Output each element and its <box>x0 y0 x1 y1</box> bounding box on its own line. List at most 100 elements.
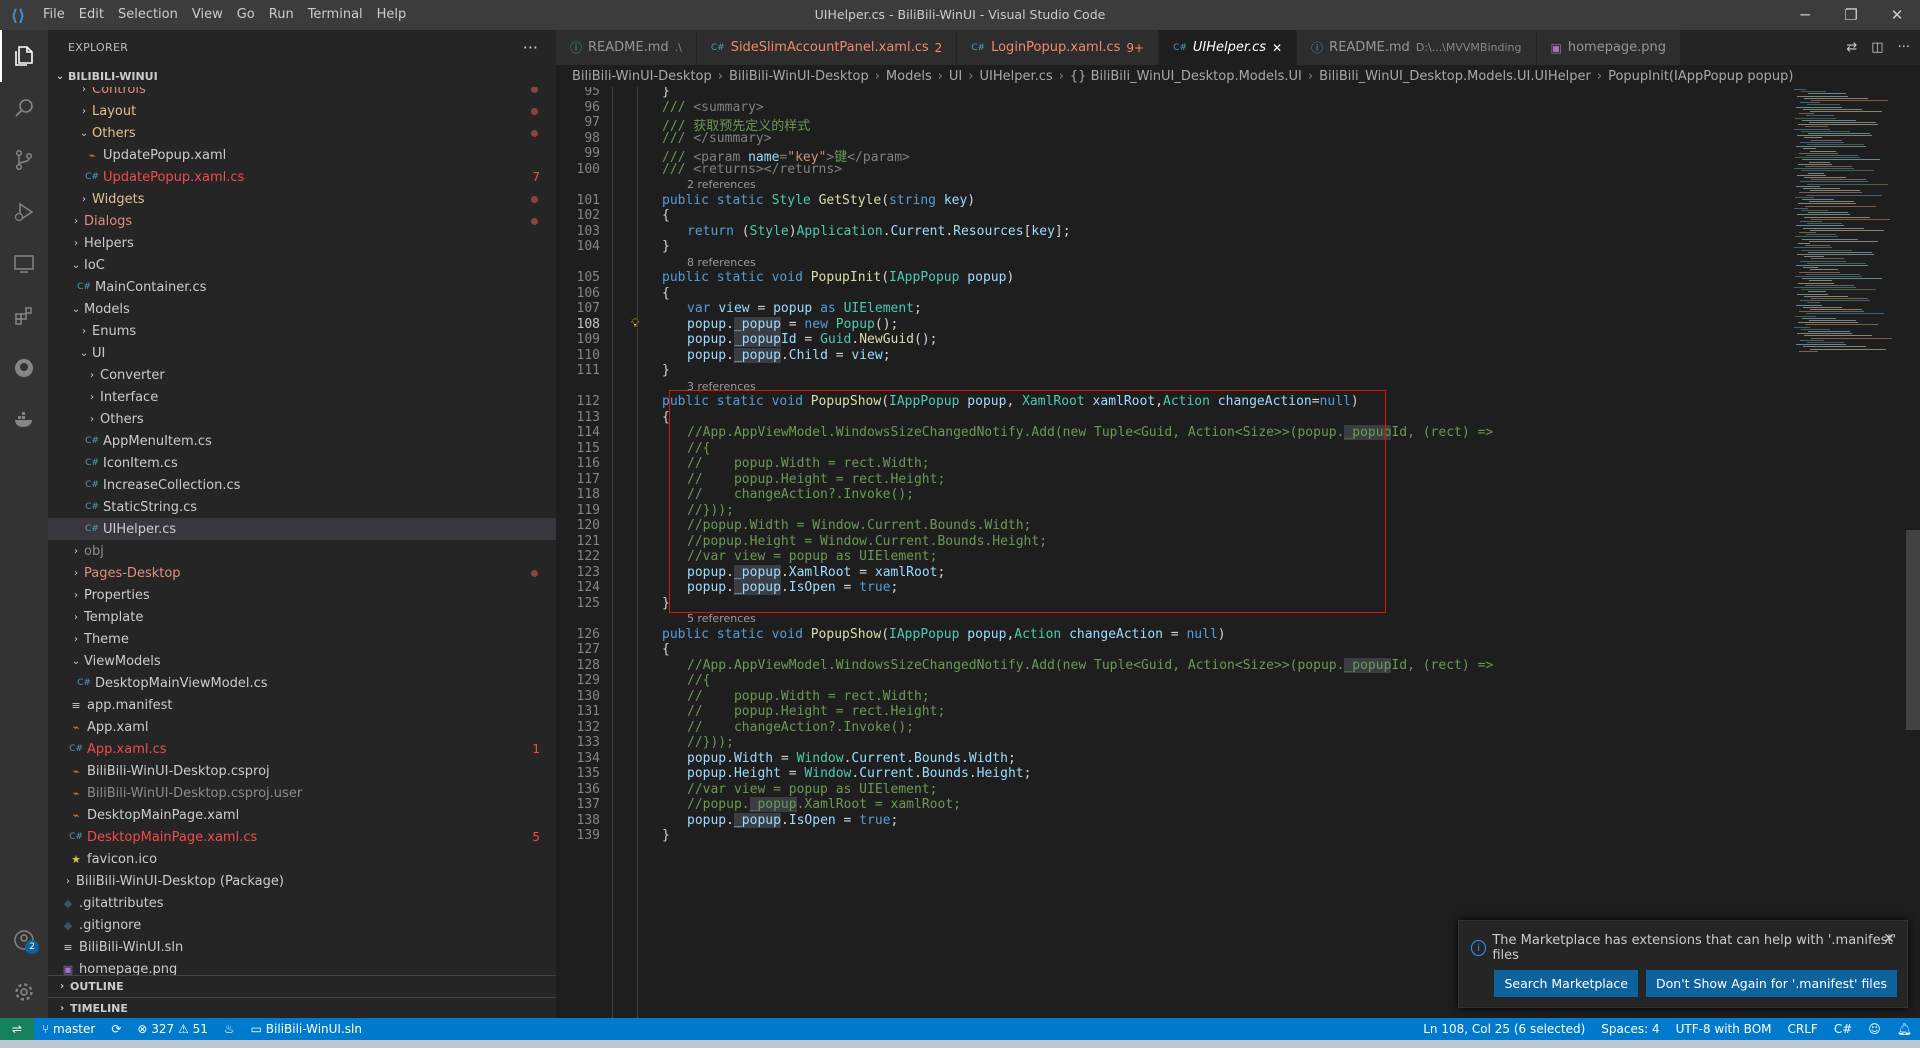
file-item[interactable]: ⌁ BiliBili-WinUI-Desktop.csproj <box>48 760 556 782</box>
code-line[interactable]: /// </summary> <box>662 131 772 146</box>
code-line[interactable]: popup._popup.IsOpen = true; <box>687 812 898 828</box>
file-item[interactable]: ⌁ BiliBili-WinUI-Desktop.csproj.user <box>48 782 556 804</box>
code-line[interactable]: popup._popup.Child = view; <box>687 347 891 363</box>
menu-item-view[interactable]: View <box>185 0 230 30</box>
folder-item[interactable]: › Interface <box>48 386 556 408</box>
minimize-icon[interactable]: ─ <box>1782 0 1828 30</box>
tab-readme-md[interactable]: ⓘ README.md .\ <box>556 30 697 65</box>
search-marketplace-button[interactable]: Search Marketplace <box>1494 970 1638 997</box>
code-line[interactable]: popup._popupId = Guid.NewGuid(); <box>687 332 938 347</box>
tab-sideslimaccountpanel-xaml-cs[interactable]: C# SideSlimAccountPanel.xaml.cs 2 <box>696 30 958 65</box>
workspace-root[interactable]: ⌄ BILIBILI-WINUI <box>48 65 556 87</box>
solution-indicator[interactable]: ▭ BiliBili-WinUI.sln <box>243 1022 370 1036</box>
compare-changes-icon[interactable]: ⇄ <box>1846 40 1857 55</box>
accounts-icon[interactable]: 2 <box>0 914 48 966</box>
code-line[interactable]: /// <summary> <box>662 100 764 115</box>
file-item[interactable]: ⌁ App.xaml <box>48 716 556 738</box>
folder-item[interactable]: › Theme <box>48 628 556 650</box>
outline-section[interactable]: › OUTLINE <box>48 975 556 997</box>
code-line[interactable]: public static void PopupShow(IAppPopup p… <box>662 627 1226 642</box>
breadcrumb-item[interactable]: BiliBili_WinUI_Desktop.Models.UI.UIHelpe… <box>1319 69 1591 84</box>
split-editor-icon[interactable]: ◫ <box>1871 40 1883 55</box>
folder-item[interactable]: › Pages-Desktop <box>48 562 556 584</box>
remote-indicator-icon[interactable]: ⇌ <box>0 1018 34 1040</box>
file-item[interactable]: ≡ app.manifest <box>48 694 556 716</box>
code-line[interactable]: //var view = popup as UIElement; <box>687 782 937 797</box>
more-actions-icon[interactable]: ··· <box>1898 40 1910 55</box>
code-line[interactable]: /// <returns></returns> <box>662 162 842 177</box>
codelens-references[interactable]: 5 references <box>687 612 756 625</box>
file-item[interactable]: C# MainContainer.cs <box>48 276 556 298</box>
menu-item-selection[interactable]: Selection <box>111 0 185 30</box>
code-line[interactable]: var view = popup as UIElement; <box>687 301 922 316</box>
tab-homepage-png[interactable]: ▣ homepage.png <box>1536 30 1682 65</box>
tab-loginpopup-xaml-cs[interactable]: C# LoginPopup.xaml.cs 9+ <box>957 30 1160 65</box>
code-line[interactable]: // changeAction?.Invoke(); <box>687 720 914 735</box>
code-line[interactable]: //})); <box>687 735 734 750</box>
breadcrumb-item[interactable]: PopupInit(IAppPopup popup) <box>1608 69 1793 84</box>
end-of-line[interactable]: CRLF <box>1780 1022 1826 1036</box>
codelens-references[interactable]: 8 references <box>687 256 756 269</box>
feedback-icon[interactable]: ☺ <box>1860 1022 1889 1036</box>
folder-item[interactable]: › Controls <box>48 87 556 100</box>
folder-item[interactable]: › Dialogs <box>48 210 556 232</box>
menu-item-file[interactable]: File <box>36 0 72 30</box>
settings-gear-icon[interactable] <box>0 966 48 1018</box>
file-item[interactable]: C# IncreaseCollection.cs <box>48 474 556 496</box>
run-debug-icon[interactable] <box>0 186 48 238</box>
file-item[interactable]: C# AppMenuItem.cs <box>48 430 556 452</box>
cursor-position[interactable]: Ln 108, Col 25 (6 selected) <box>1415 1022 1593 1036</box>
code-line[interactable]: { <box>662 286 670 301</box>
code-line[interactable]: { <box>662 208 670 223</box>
folder-item[interactable]: › Widgets <box>48 188 556 210</box>
breadcrumb-item[interactable]: UI <box>949 69 962 84</box>
source-control-icon[interactable] <box>0 134 48 186</box>
folder-item[interactable]: ⌄ IoC <box>48 254 556 276</box>
indentation[interactable]: Spaces: 4 <box>1593 1022 1667 1036</box>
git-branch[interactable]: ⑂ master <box>34 1022 103 1036</box>
folder-item[interactable]: › Enums <box>48 320 556 342</box>
close-icon[interactable]: ✕ <box>1883 931 1895 947</box>
breadcrumb-item[interactable]: Models <box>886 69 932 84</box>
close-icon[interactable]: ✕ <box>1272 41 1282 55</box>
extensions-icon[interactable] <box>0 290 48 342</box>
file-item[interactable]: C# App.xaml.cs 1 <box>48 738 556 760</box>
remote-explorer-icon[interactable] <box>0 238 48 290</box>
code-line[interactable]: } <box>662 828 670 843</box>
breadcrumb-item[interactable]: BiliBili-WinUI-Desktop <box>729 69 869 84</box>
folder-item[interactable]: › Template <box>48 606 556 628</box>
file-item[interactable]: ★ favicon.ico <box>48 848 556 870</box>
code-line[interactable]: //{ <box>687 673 710 688</box>
code-line[interactable]: //App.AppViewModel.WindowsSizeChangedNot… <box>687 657 1493 673</box>
code-line[interactable]: public static void PopupInit(IAppPopup p… <box>662 270 1014 285</box>
minimap[interactable] <box>1786 87 1906 1018</box>
restore-icon[interactable]: ❐ <box>1828 0 1874 30</box>
code-line[interactable]: popup._popup = new Popup(); <box>687 316 898 332</box>
file-item[interactable]: ◆ .gitignore <box>48 914 556 936</box>
folder-item[interactable]: › BiliBili-WinUI-Desktop (Package) <box>48 870 556 892</box>
folder-item[interactable]: › Properties <box>48 584 556 606</box>
github-icon[interactable] <box>0 342 48 394</box>
code-line[interactable]: { <box>662 642 670 657</box>
language-mode[interactable]: C# <box>1826 1022 1860 1036</box>
vertical-scrollbar[interactable] <box>1906 530 1920 730</box>
encoding[interactable]: UTF-8 with BOM <box>1668 1022 1780 1036</box>
sync-icon[interactable]: ⟳ <box>103 1022 129 1036</box>
menu-item-go[interactable]: Go <box>230 0 262 30</box>
folder-item[interactable]: ⌄ UI <box>48 342 556 364</box>
folder-item[interactable]: › Helpers <box>48 232 556 254</box>
code-line[interactable]: // popup.Height = rect.Height; <box>687 704 945 719</box>
file-item[interactable]: C# UIHelper.cs <box>48 518 556 540</box>
code-line[interactable]: } <box>662 239 670 254</box>
file-item[interactable]: ◆ .gitattributes <box>48 892 556 914</box>
file-item[interactable]: ⌁ UpdatePopup.xaml <box>48 144 556 166</box>
lightbulb-icon[interactable]: 💡︎ <box>631 316 639 331</box>
timeline-section[interactable]: › TIMELINE <box>48 997 556 1019</box>
file-item[interactable]: C# IconItem.cs <box>48 452 556 474</box>
menu-item-help[interactable]: Help <box>370 0 414 30</box>
menu-item-edit[interactable]: Edit <box>72 0 111 30</box>
folder-item[interactable]: ⌄ ViewModels <box>48 650 556 672</box>
breadcrumb-item[interactable]: BiliBili-WinUI-Desktop <box>572 69 712 84</box>
code-line[interactable]: return (Style)Application.Current.Resour… <box>687 224 1071 239</box>
folder-item[interactable]: › obj <box>48 540 556 562</box>
